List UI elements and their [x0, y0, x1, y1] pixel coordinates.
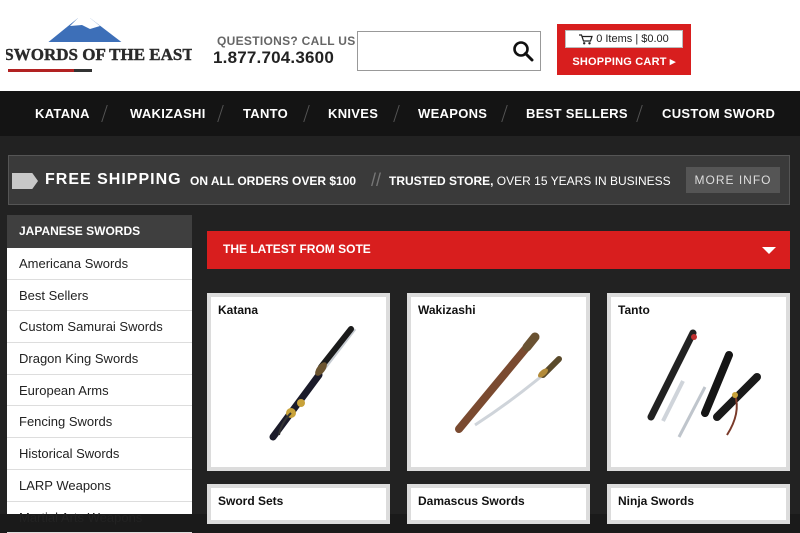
trusted-store-rest: OVER 15 YEARS IN BUSINESS: [493, 174, 670, 188]
nav-item-katana[interactable]: KATANA: [35, 91, 90, 136]
wakizashi-image[interactable]: [431, 325, 571, 445]
search-input[interactable]: [357, 31, 541, 71]
nav-item-knives[interactable]: KNIVES: [328, 91, 378, 136]
trusted-store-bold: TRUSTED STORE,: [389, 174, 493, 188]
more-info-button[interactable]: MORE INFO: [686, 167, 780, 193]
cart-summary[interactable]: 0 Items | $0.00: [565, 30, 683, 48]
sidebar-item-larp-weapons[interactable]: LARP Weapons: [7, 470, 192, 502]
product-card-sword-sets[interactable]: Sword Sets: [207, 484, 390, 524]
nav-item-custom-sword[interactable]: CUSTOM SWORD: [662, 91, 775, 136]
card-title[interactable]: Sword Sets: [218, 494, 283, 508]
free-shipping-label: FREE SHIPPING: [45, 171, 182, 189]
card-title[interactable]: Damascus Swords: [418, 494, 525, 508]
nav-item-best-sellers[interactable]: BEST SELLERS: [526, 91, 628, 136]
card-title[interactable]: Wakizashi: [418, 303, 476, 317]
sidebar-item-custom-samurai-swords[interactable]: Custom Samurai Swords: [7, 311, 192, 343]
nav-item-tanto[interactable]: TANTO: [243, 91, 288, 136]
product-card-wakizashi[interactable]: Wakizashi: [407, 293, 590, 471]
nav-separator: [636, 105, 643, 122]
product-card-damascus-swords[interactable]: Damascus Swords: [407, 484, 590, 524]
sidebar-item-dragon-king-swords[interactable]: Dragon King Swords: [7, 343, 192, 375]
sidebar-item-americana-swords[interactable]: Americana Swords: [7, 248, 192, 280]
card-title[interactable]: Tanto: [618, 303, 650, 317]
nav-item-weapons[interactable]: WEAPONS: [418, 91, 487, 136]
cart-summary-text: 0 Items | $0.00: [596, 33, 669, 45]
nav-separator: [101, 105, 108, 122]
trusted-store-text: TRUSTED STORE, OVER 15 YEARS IN BUSINESS: [389, 174, 671, 188]
sidebar-item-fencing-swords[interactable]: Fencing Swords: [7, 406, 192, 438]
sidebar-item-european-arms[interactable]: European Arms: [7, 375, 192, 407]
product-card-tanto[interactable]: Tanto: [607, 293, 790, 471]
product-card-katana[interactable]: Katana: [207, 293, 390, 471]
nav-separator: [393, 105, 400, 122]
category-sidebar: JAPANESE SWORDS Americana Swords Best Se…: [7, 215, 192, 514]
card-title[interactable]: Ninja Swords: [618, 494, 694, 508]
questions-label: QUESTIONS? CALL US: [217, 34, 356, 48]
sidebar-item-historical-swords[interactable]: Historical Swords: [7, 438, 192, 470]
product-card-ninja-swords[interactable]: Ninja Swords: [607, 484, 790, 524]
free-shipping-banner: FREE SHIPPING ON ALL ORDERS OVER $100 //…: [8, 155, 790, 205]
arrow-icon: [12, 173, 38, 189]
free-shipping-condition: ON ALL ORDERS OVER $100: [190, 174, 356, 188]
sidebar-item-martial-arts-weapons[interactable]: Martial Arts Weapons: [7, 502, 192, 533]
cart-icon: [579, 34, 593, 45]
nav-separator: [501, 105, 508, 122]
nav-separator: [217, 105, 224, 122]
nav-separator: [303, 105, 310, 122]
caret-down-icon[interactable]: [762, 247, 776, 254]
logo-text: SWORDS OF THE EAST: [6, 45, 192, 64]
sidebar-heading[interactable]: JAPANESE SWORDS: [7, 215, 192, 248]
nav-item-wakizashi[interactable]: WAKIZASHI: [130, 91, 206, 136]
card-title[interactable]: Katana: [218, 303, 258, 317]
phone-number[interactable]: 1.877.704.3600: [213, 48, 334, 68]
search-icon[interactable]: [512, 40, 534, 62]
cart-widget[interactable]: 0 Items | $0.00 SHOPPING CART ▸: [557, 24, 691, 75]
katana-image[interactable]: [231, 325, 371, 445]
shopping-cart-link[interactable]: SHOPPING CART ▸: [557, 55, 691, 68]
banner-divider: //: [371, 170, 381, 191]
site-header: SWORDS OF THE EAST QUESTIONS? CALL US 1.…: [0, 0, 800, 91]
main-nav: KATANA WAKIZASHI TANTO KNIVES WEAPONS BE…: [0, 91, 800, 136]
site-logo[interactable]: SWORDS OF THE EAST: [6, 14, 192, 76]
latest-section-title: THE LATEST FROM SOTE: [223, 242, 371, 256]
tanto-image[interactable]: [631, 325, 771, 445]
latest-section-header[interactable]: THE LATEST FROM SOTE: [207, 231, 790, 269]
sidebar-item-best-sellers[interactable]: Best Sellers: [7, 280, 192, 312]
